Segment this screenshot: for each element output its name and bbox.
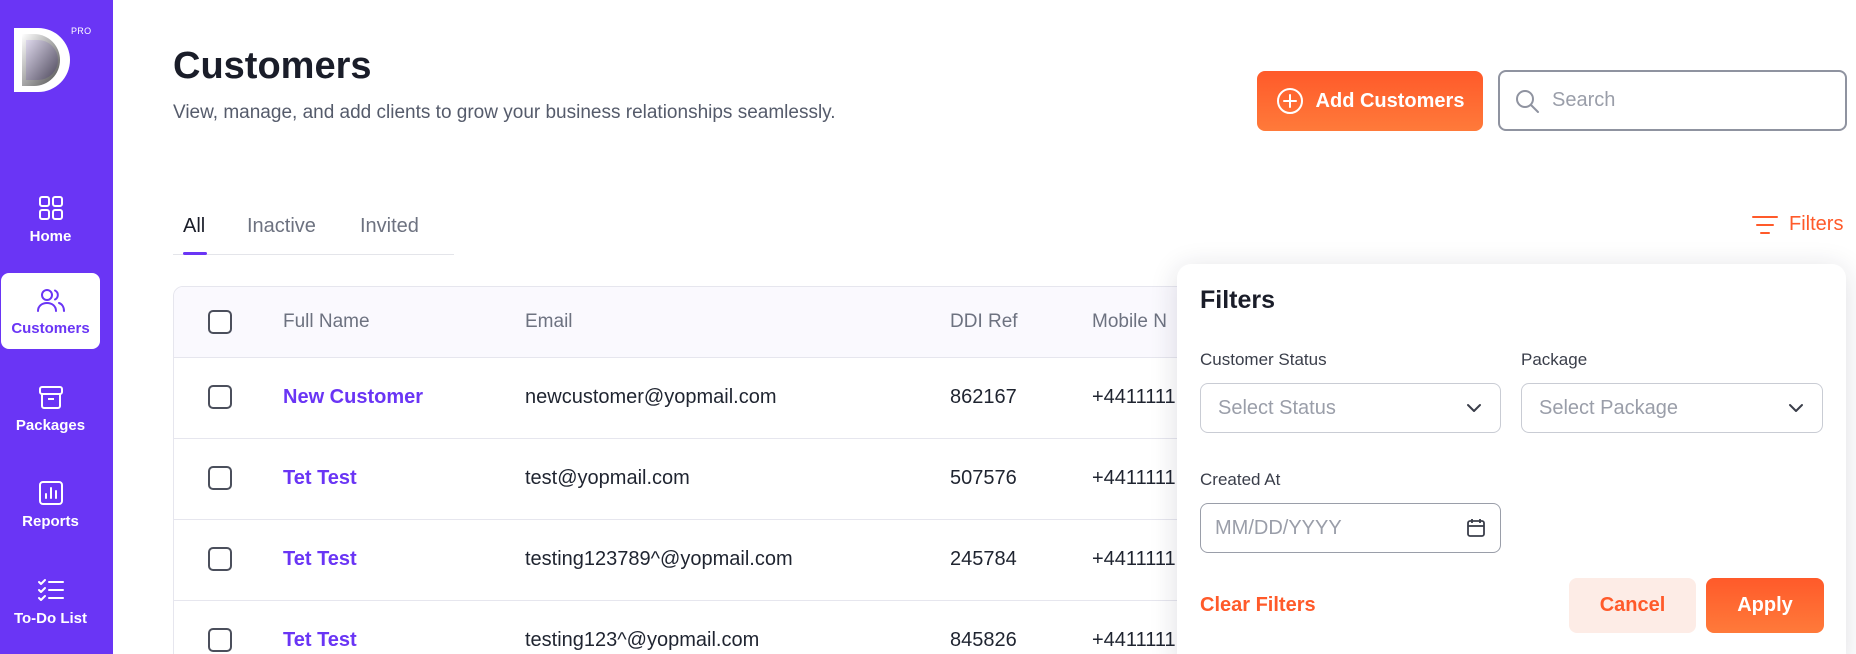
- column-header-full-name[interactable]: Full Name: [283, 311, 370, 333]
- package-label: Package: [1521, 350, 1588, 369]
- filters-panel-title: Filters: [1200, 286, 1276, 314]
- created-at-label: Created At: [1200, 470, 1281, 489]
- plus-circle-icon: [1276, 88, 1303, 114]
- customer-ddi-ref: 845826: [950, 629, 1017, 651]
- package-select[interactable]: Select Package: [1521, 383, 1823, 433]
- clear-filters-button[interactable]: Clear Filters: [1200, 594, 1316, 617]
- filters-panel: Filters Customer Status Select Status Pa…: [1177, 264, 1846, 654]
- brand-logo: [14, 28, 70, 92]
- cancel-button[interactable]: Cancel: [1569, 578, 1696, 633]
- page-subtitle: View, manage, and add clients to grow yo…: [173, 102, 836, 123]
- row-checkbox[interactable]: [208, 547, 232, 571]
- sidebar-item-label: Home: [29, 227, 72, 245]
- row-checkbox[interactable]: [208, 466, 232, 490]
- customer-status-label: Customer Status: [1200, 350, 1327, 369]
- add-customers-label: Add Customers: [1315, 89, 1465, 112]
- page-title: Customers: [173, 45, 372, 87]
- select-all-checkbox[interactable]: [208, 310, 232, 334]
- row-checkbox[interactable]: [208, 628, 232, 652]
- sidebar-item-label: Customers: [11, 319, 90, 337]
- grid-icon: [37, 194, 65, 222]
- customer-name-link[interactable]: Tet Test: [283, 548, 357, 571]
- customer-name-link[interactable]: New Customer: [283, 386, 423, 409]
- column-header-mobile[interactable]: Mobile N: [1092, 311, 1167, 333]
- sidebar-item-label: To-Do List: [13, 609, 88, 627]
- customers-table: Full Name Email DDI Ref Mobile N New Cus…: [173, 286, 1183, 654]
- apply-button[interactable]: Apply: [1706, 578, 1824, 633]
- search-icon: [1516, 89, 1539, 113]
- add-customers-button[interactable]: Add Customers: [1257, 71, 1483, 131]
- sidebar-item-label: Packages: [15, 416, 86, 434]
- filters-button[interactable]: Filters: [1751, 213, 1843, 236]
- bar-chart-icon: [37, 479, 65, 507]
- column-header-email[interactable]: Email: [525, 311, 573, 333]
- customer-email: testing123789^@yopmail.com: [525, 548, 793, 570]
- date-placeholder: MM/DD/YYYY: [1215, 516, 1342, 539]
- customer-mobile: +4411111: [1092, 629, 1176, 651]
- pro-badge: PRO: [71, 26, 92, 36]
- archive-icon: [37, 383, 65, 411]
- tab-bar: All Inactive Invited: [173, 205, 454, 255]
- tab-invited[interactable]: Invited: [360, 215, 419, 238]
- calendar-icon[interactable]: [1466, 518, 1486, 538]
- customer-email: newcustomer@yopmail.com: [525, 386, 777, 408]
- customer-ddi-ref: 245784: [950, 548, 1017, 570]
- tab-all[interactable]: All: [183, 215, 205, 238]
- chevron-down-icon: [1789, 404, 1803, 412]
- customer-mobile: +4411111: [1092, 548, 1176, 570]
- table-row[interactable]: Tet Test testing123^@yopmail.com 845826 …: [174, 601, 1182, 654]
- customer-ddi-ref: 507576: [950, 467, 1017, 489]
- checklist-icon: [37, 576, 65, 604]
- sidebar: PRO Home Customers Packages Reports To-D…: [0, 0, 113, 654]
- row-checkbox[interactable]: [208, 385, 232, 409]
- customer-name-link[interactable]: Tet Test: [283, 467, 357, 490]
- customer-mobile: +4411111: [1092, 386, 1176, 408]
- table-row[interactable]: New Customer newcustomer@yopmail.com 862…: [174, 358, 1182, 439]
- chevron-down-icon: [1467, 404, 1481, 412]
- created-at-date-input[interactable]: MM/DD/YYYY: [1200, 503, 1501, 553]
- sidebar-item-customers[interactable]: Customers: [1, 273, 100, 349]
- filters-label: Filters: [1789, 213, 1844, 235]
- customer-status-select[interactable]: Select Status: [1200, 383, 1501, 433]
- users-icon: [36, 286, 65, 314]
- sidebar-item-home[interactable]: Home: [1, 181, 100, 257]
- customer-email: testing123^@yopmail.com: [525, 629, 760, 651]
- tab-inactive[interactable]: Inactive: [247, 215, 316, 238]
- sidebar-item-reports[interactable]: Reports: [1, 466, 100, 542]
- search-input[interactable]: [1552, 89, 1822, 112]
- customer-mobile: +4411111: [1092, 467, 1176, 489]
- table-row[interactable]: Tet Test test@yopmail.com 507576 +441111…: [174, 439, 1182, 520]
- search-box[interactable]: [1498, 70, 1847, 131]
- customer-status-placeholder: Select Status: [1218, 396, 1336, 419]
- active-tab-indicator: [183, 252, 207, 255]
- customer-email: test@yopmail.com: [525, 467, 690, 489]
- sidebar-item-packages[interactable]: Packages: [1, 370, 100, 446]
- package-placeholder: Select Package: [1539, 396, 1678, 419]
- customer-name-link[interactable]: Tet Test: [283, 629, 357, 652]
- filter-icon: [1752, 215, 1778, 234]
- table-row[interactable]: Tet Test testing123789^@yopmail.com 2457…: [174, 520, 1182, 601]
- sidebar-item-todo[interactable]: To-Do List: [1, 563, 100, 639]
- column-header-ddi-ref[interactable]: DDI Ref: [950, 311, 1018, 333]
- table-header: Full Name Email DDI Ref Mobile N: [174, 287, 1182, 358]
- customer-ddi-ref: 862167: [950, 386, 1017, 408]
- sidebar-item-label: Reports: [22, 512, 79, 530]
